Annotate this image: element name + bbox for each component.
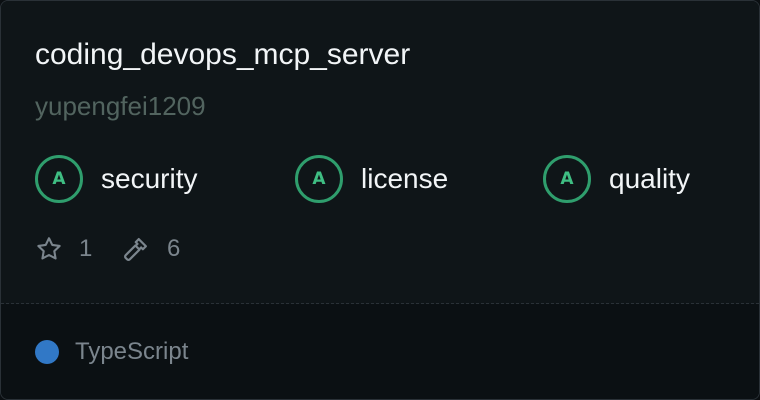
repo-owner[interactable]: yupengfei1209 [35, 89, 206, 123]
quality-label: quality [609, 163, 690, 194]
repo-language: TypeScript [35, 335, 188, 369]
hammer-icon [121, 234, 151, 264]
quality-grade-icon: A [543, 155, 591, 203]
tools-stat: 6 [121, 233, 180, 265]
license-badge: A license [295, 155, 448, 203]
license-label: license [361, 163, 449, 194]
stars-count: 1 [79, 235, 93, 262]
security-badge: A security [35, 155, 197, 203]
star-icon [35, 235, 63, 263]
security-label: security [101, 163, 198, 194]
tools-count: 6 [167, 235, 181, 262]
language-name: TypeScript [75, 338, 189, 365]
language-color-dot-icon [35, 340, 59, 364]
repo-name[interactable]: coding_devops_mcp_server [35, 35, 410, 75]
license-grade-icon: A [295, 155, 343, 203]
security-grade-icon: A [35, 155, 83, 203]
stars-stat: 1 [35, 233, 92, 265]
repo-card[interactable]: coding_devops_mcp_server yupengfei1209 A… [0, 0, 760, 400]
quality-badge: A quality [543, 155, 690, 203]
